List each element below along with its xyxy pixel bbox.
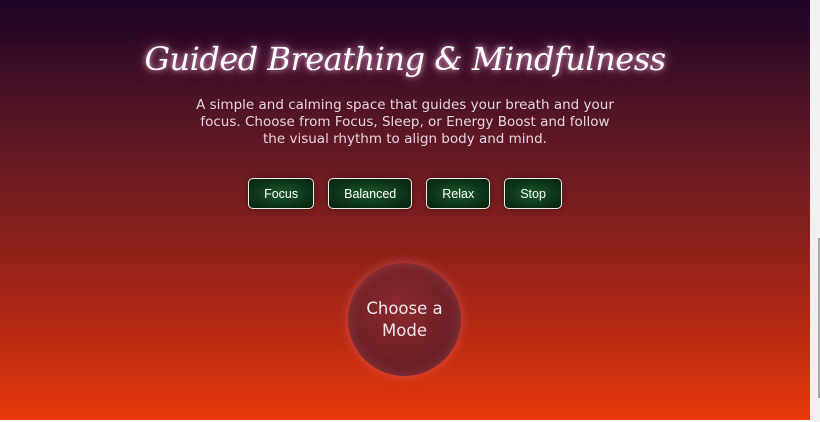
relax-button[interactable]: Relax <box>426 178 491 209</box>
stop-button[interactable]: Stop <box>504 178 562 209</box>
mode-controls: Focus Balanced Relax Stop <box>0 178 810 209</box>
page-description: A simple and calming space that guides y… <box>196 97 614 147</box>
focus-button[interactable]: Focus <box>248 178 315 209</box>
page-title: Guided Breathing & Mindfulness <box>144 40 666 78</box>
app-page: Guided Breathing & Mindfulness A simple … <box>0 0 810 420</box>
breathing-orb: Choose a Mode <box>348 263 461 376</box>
balanced-button[interactable]: Balanced <box>328 178 413 209</box>
orb-status-text: Choose a Mode <box>366 298 443 340</box>
